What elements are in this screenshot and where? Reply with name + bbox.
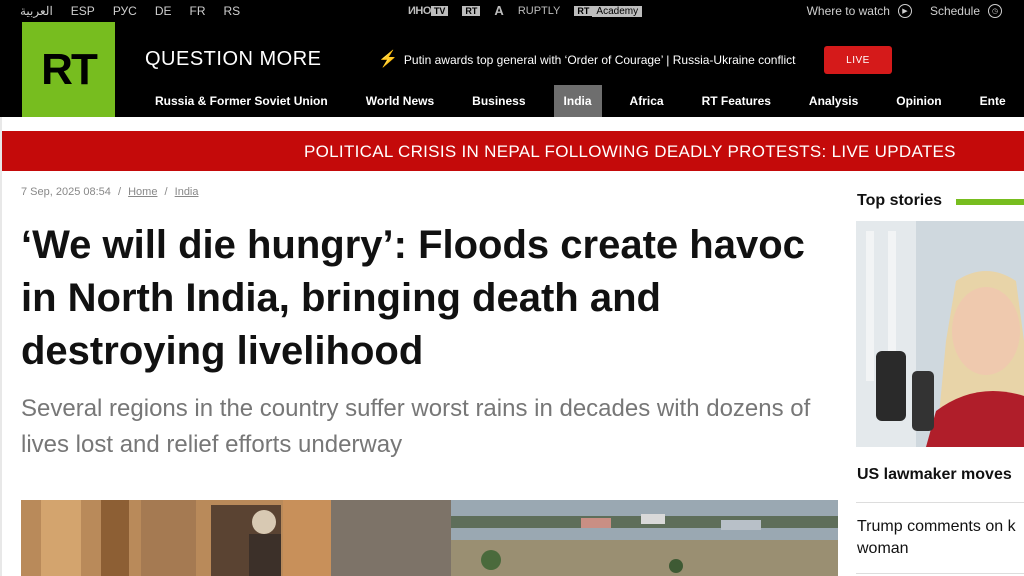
where-to-watch-link[interactable]: Where to watch ▶ <box>807 4 912 18</box>
breadcrumb-home[interactable]: Home <box>128 186 157 198</box>
tagline: QUESTION MORE <box>145 48 322 70</box>
partner-links: ИНО TV RT A RUPTLY RT Academy <box>408 3 643 18</box>
live-updates-banner[interactable]: POLITICAL CRISIS IN NEPAL FOLLOWING DEAD… <box>2 131 1024 171</box>
partner-academy-rt: RT <box>574 5 593 16</box>
partner-academy[interactable]: RT Academy <box>574 5 643 17</box>
top-story-title[interactable]: US lawmaker moves <box>857 466 1012 484</box>
lang-rus[interactable]: РУС <box>113 4 137 18</box>
sidebar-divider <box>856 502 1024 503</box>
site-header: RT QUESTION MORE ⚡ Putin awards top gene… <box>0 22 1024 117</box>
nav-item-russia[interactable]: Russia & Former Soviet Union <box>145 85 338 117</box>
sidebar-story-link[interactable]: Trump comments on k woman <box>857 516 1024 560</box>
top-stories-accent-bar <box>956 199 1024 205</box>
flood-photo-illustration <box>21 500 838 576</box>
language-switcher: العربية ESP РУС DE FR RS <box>20 4 258 18</box>
nav-item-business[interactable]: Business <box>462 85 535 117</box>
article-meta: 7 Sep, 2025 08:54 / Home / India <box>21 186 199 198</box>
partner-rt-box[interactable]: RT <box>462 5 481 16</box>
lang-de[interactable]: DE <box>155 4 172 18</box>
article-date: 7 Sep, 2025 08:54 <box>21 186 111 198</box>
breaking-news-text: Putin awards top general with ‘Order of … <box>403 53 796 67</box>
breadcrumb-india[interactable]: India <box>175 186 199 198</box>
partner-inotv-text: ИНО <box>408 4 431 17</box>
lang-rs[interactable]: RS <box>224 4 241 18</box>
breadcrumb-separator: / <box>117 186 122 198</box>
lang-arabic[interactable]: العربية <box>20 4 53 18</box>
rt-logo[interactable]: RT <box>22 22 115 117</box>
top-utility-bar: العربية ESP РУС DE FR RS ИНО TV RT A RUPT… <box>0 0 1024 22</box>
nav-item-world-news[interactable]: World News <box>356 85 444 117</box>
main-nav: Russia & Former Soviet Union World News … <box>145 85 1024 117</box>
nav-item-opinion[interactable]: Opinion <box>886 85 951 117</box>
lang-esp[interactable]: ESP <box>71 4 95 18</box>
nav-item-analysis[interactable]: Analysis <box>799 85 868 117</box>
live-button[interactable]: LIVE <box>824 46 892 74</box>
top-stories-heading: Top stories <box>857 192 943 209</box>
article-hero-image <box>21 500 838 576</box>
breadcrumb-separator: / <box>164 186 168 198</box>
top-story-photo-illustration <box>856 221 1024 447</box>
banner-text: POLITICAL CRISIS IN NEPAL FOLLOWING DEAD… <box>304 142 956 161</box>
schedule-link[interactable]: Schedule ◷ <box>930 4 1002 18</box>
schedule-label: Schedule <box>929 4 980 18</box>
where-to-watch-label: Where to watch <box>806 4 890 18</box>
partner-arch-logo[interactable]: A <box>494 3 503 18</box>
nav-item-entertainment[interactable]: Ente <box>970 85 1016 117</box>
clock-icon: ◷ <box>988 4 1002 18</box>
rt-logo-text: RT <box>41 44 98 94</box>
partner-ruptly[interactable]: RUPTLY <box>518 5 561 17</box>
lightning-icon: ⚡ <box>378 51 398 68</box>
partner-inotv[interactable]: ИНО TV <box>408 4 449 17</box>
page-edge-divider <box>0 117 2 576</box>
top-right-links: Where to watch ▶ Schedule ◷ <box>807 4 1002 18</box>
sidebar-divider <box>856 573 1024 574</box>
partner-inotv-box: TV <box>430 5 449 16</box>
nav-item-africa[interactable]: Africa <box>620 85 674 117</box>
nav-item-india[interactable]: India <box>553 85 602 117</box>
play-circle-icon: ▶ <box>897 4 912 18</box>
article-subheadline: Several regions in the country suffer wo… <box>21 395 811 458</box>
nav-item-rt-features[interactable]: RT Features <box>692 85 781 117</box>
top-story-image[interactable] <box>856 221 1024 447</box>
article-headline: ‘We will die hungry’: Floods create havo… <box>21 223 805 373</box>
partner-academy-text: Academy <box>592 5 643 17</box>
breaking-news-ticker[interactable]: ⚡ Putin awards top general with ‘Order o… <box>378 52 795 68</box>
lang-fr[interactable]: FR <box>190 4 206 18</box>
